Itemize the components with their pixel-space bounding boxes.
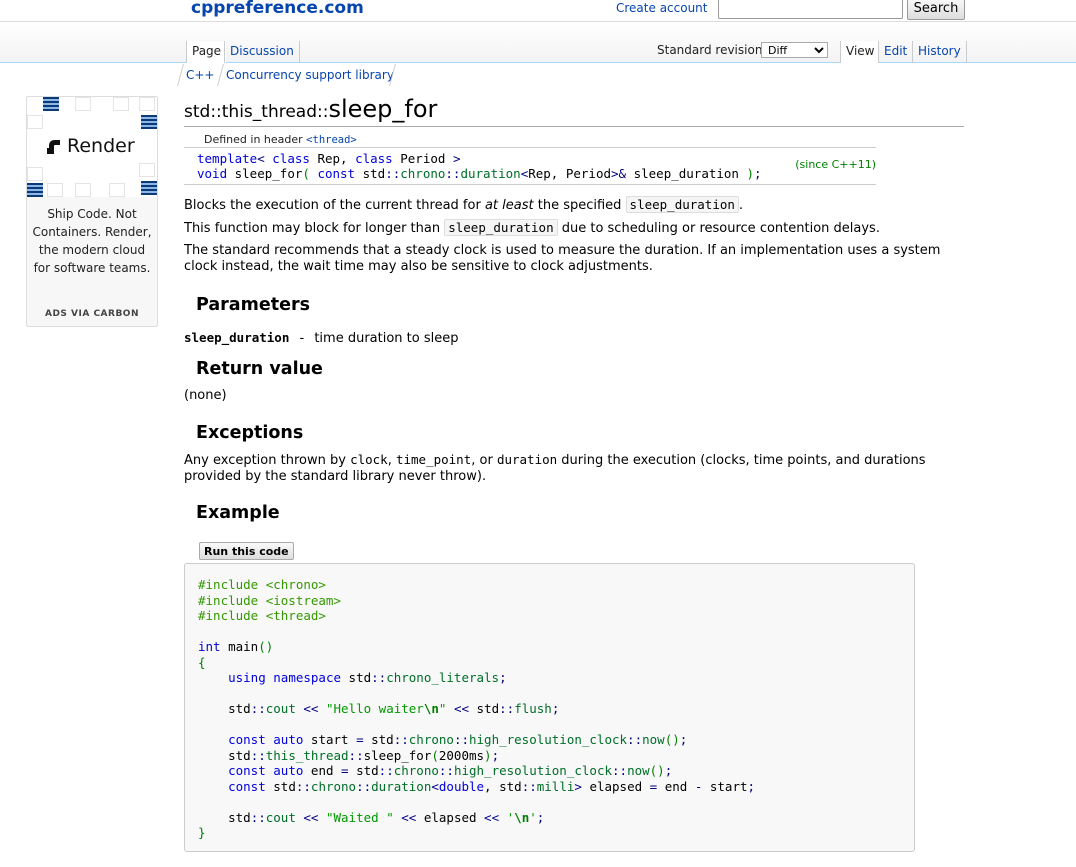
ad-text[interactable]: Ship Code. Not Containers. Render, the m…: [31, 205, 153, 277]
inline-code: time_point: [395, 452, 472, 467]
search-input[interactable]: [718, 0, 903, 19]
parameter-row: sleep_duration - time duration to sleep: [184, 330, 944, 347]
ad-pattern-tile: [141, 181, 157, 195]
tab-page[interactable]: Page: [186, 41, 227, 63]
run-code-button[interactable]: Run this code: [199, 542, 294, 560]
ad-pattern-tile: [109, 183, 125, 197]
inline-code: duration: [496, 452, 558, 467]
example-code: #include <chrono> #include <iostream> #i…: [198, 577, 756, 840]
exceptions-text: Any exception thrown by clock, time_poin…: [184, 452, 944, 485]
inline-code: sleep_duration: [444, 219, 558, 236]
heading-return-value: Return value: [196, 359, 323, 379]
declaration: template< class Rep, class Period > void…: [184, 147, 876, 185]
standard-revision-label: Standard revision:: [657, 43, 767, 57]
ad-pattern-tile: [27, 183, 43, 197]
ads-via-carbon-link[interactable]: ADS VIA CARBON: [27, 309, 157, 319]
text: , or: [471, 453, 497, 468]
defined-in-label: Defined in header: [204, 133, 307, 146]
inline-code: sleep_duration: [625, 196, 739, 213]
render-logo-icon: [47, 140, 60, 154]
return-value-text: (none): [184, 388, 227, 403]
breadcrumb-separator: [217, 64, 224, 86]
defined-in-header: Defined in header <thread>: [204, 133, 357, 146]
page-title: std::this_thread::sleep_for: [184, 95, 964, 127]
site-logo[interactable]: cppreference.com: [191, 0, 364, 18]
ad-pattern-tile: [75, 97, 91, 111]
create-account-link[interactable]: Create account: [616, 1, 708, 15]
heading-parameters: Parameters: [196, 295, 310, 315]
text: the specified: [533, 198, 626, 213]
tab-history[interactable]: History: [912, 41, 967, 63]
description-paragraph-2: This function may block for longer than …: [184, 219, 944, 237]
header-thread-link[interactable]: <thread>: [306, 134, 357, 146]
parameter-name: sleep_duration: [184, 330, 290, 345]
title-name: sleep_for: [328, 95, 438, 123]
heading-exceptions: Exceptions: [196, 423, 304, 443]
ad-pattern-tile: [141, 115, 157, 129]
ad-pattern-tile: [43, 97, 59, 111]
description-paragraph-3: The standard recommends that a steady cl…: [184, 243, 941, 274]
breadcrumb-separator: [177, 64, 184, 86]
carbon-ad[interactable]: Render Ship Code. Not Containers. Render…: [26, 96, 158, 327]
ad-pattern-tile: [27, 167, 43, 181]
tab-view[interactable]: View: [840, 41, 880, 63]
text: This function may block for longer than: [184, 221, 445, 236]
emphasis-text: at least: [484, 198, 534, 213]
description-paragraph-1: Blocks the execution of the current thre…: [184, 196, 944, 214]
standard-revision-select[interactable]: Diff: [761, 42, 828, 58]
heading-example: Example: [196, 503, 280, 523]
render-logo: Render: [47, 135, 135, 157]
top-bar: cppreference.com Create account Search: [0, 0, 1076, 22]
text: Blocks the execution of the current thre…: [184, 198, 485, 213]
ad-pattern-tile: [27, 115, 43, 129]
text: .: [738, 198, 744, 213]
breadcrumb-concurrency[interactable]: Concurrency support library: [226, 68, 394, 82]
tab-edit[interactable]: Edit: [878, 41, 912, 63]
title-prefix: std::this_thread::: [184, 102, 329, 122]
ad-pattern-tile: [75, 183, 91, 197]
text: ,: [387, 453, 396, 468]
render-logo-text: Render: [67, 135, 135, 157]
example-code-block[interactable]: #include <chrono> #include <iostream> #i…: [184, 563, 915, 852]
parameter-description: time duration to sleep: [314, 331, 459, 346]
breadcrumb-cpp[interactable]: C++: [186, 68, 215, 82]
ad-pattern-tile: [139, 163, 155, 177]
parameter-separator: -: [299, 331, 309, 346]
text: due to scheduling or resource contention…: [557, 221, 880, 236]
ad-image[interactable]: Render: [27, 97, 157, 197]
ad-pattern-tile: [139, 97, 155, 111]
inline-code: clock: [350, 452, 388, 467]
since-badge: (since C++11): [795, 158, 876, 171]
ad-pattern-tile: [47, 183, 63, 197]
ad-pattern-tile: [113, 97, 129, 111]
search-button[interactable]: Search: [907, 0, 965, 20]
declaration-code: template< class Rep, class Period > void…: [197, 151, 762, 181]
tab-discussion[interactable]: Discussion: [224, 41, 300, 63]
text: Any exception thrown by: [184, 453, 351, 468]
